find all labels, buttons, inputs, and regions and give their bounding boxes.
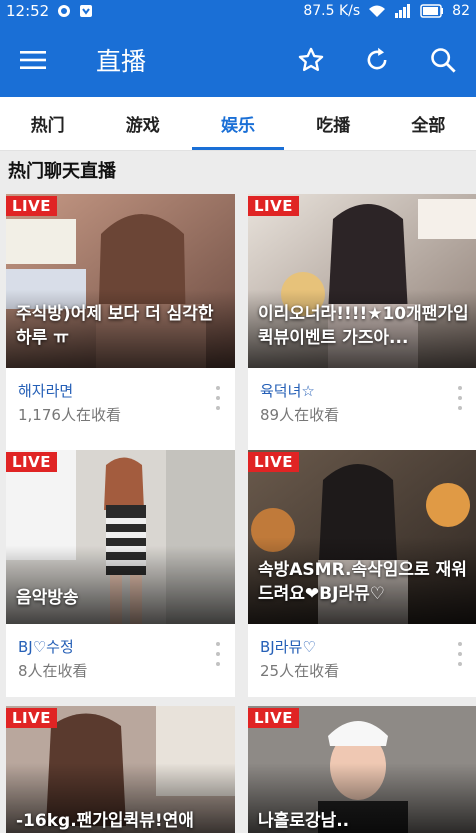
- more-options-icon[interactable]: [215, 386, 221, 410]
- favorite-button[interactable]: [278, 22, 344, 97]
- stream-thumbnail[interactable]: LIVE 주식방)어제 보다 더 심각한 하루 ㅠ: [6, 194, 235, 368]
- battery-icon: [420, 4, 444, 18]
- refresh-icon: [367, 47, 387, 69]
- stream-title: 나홀로강남..: [258, 811, 350, 831]
- battery-level: 82: [452, 3, 470, 19]
- tab-entertainment[interactable]: 娱乐: [190, 97, 285, 150]
- stream-thumbnail[interactable]: LIVE 속방ASMR.속삭임으로 재워드려요❤BJ라뮤♡: [248, 450, 476, 624]
- viewer-count: 25人在收看: [260, 662, 340, 680]
- stream-thumbnail[interactable]: LIVE 이리오너라!!!!★10개팬가입 퀵뷰이벤트 가즈아...: [248, 194, 476, 368]
- stream-info: 육덕녀☆ 89人在收看: [248, 368, 476, 450]
- section-title: 热门聊天直播: [8, 161, 116, 182]
- tab-hot[interactable]: 热门: [0, 97, 95, 150]
- stream-card[interactable]: LIVE 나홀로강남..: [248, 706, 476, 833]
- stream-title: 음악방송: [16, 588, 79, 608]
- signal-icon: [394, 4, 412, 18]
- tab-all[interactable]: 全部: [381, 97, 476, 150]
- live-badge: LIVE: [248, 196, 299, 216]
- more-options-icon[interactable]: [457, 386, 463, 410]
- wifi-icon: [368, 4, 386, 18]
- search-icon: [431, 47, 456, 73]
- menu-icon: [20, 50, 46, 69]
- stream-thumbnail[interactable]: LIVE 나홀로강남..: [248, 706, 476, 833]
- status-bar: 12:52 87.5 K/s 82: [0, 0, 476, 22]
- stream-card[interactable]: LIVE 주식방)어제 보다 더 심각한 하루 ㅠ 해자라면 1,176人在收看: [6, 194, 235, 450]
- category-tabs: 热门 游戏 娱乐 吃播 全部: [0, 97, 476, 151]
- live-badge: LIVE: [248, 708, 299, 728]
- streamer-name: BJ라뮤♡: [260, 638, 316, 656]
- stream-card[interactable]: LIVE 음악방송 BJ♡수정 8人在收看: [6, 450, 235, 697]
- stream-info: BJ라뮤♡ 25人在收看: [248, 624, 476, 706]
- viewer-count: 1,176人在收看: [18, 406, 121, 424]
- live-badge: LIVE: [6, 196, 57, 216]
- streamer-name: BJ♡수정: [18, 638, 74, 656]
- tab-games[interactable]: 游戏: [95, 97, 190, 150]
- live-badge: LIVE: [6, 452, 57, 472]
- live-badge: LIVE: [248, 452, 299, 472]
- live-badge: LIVE: [6, 708, 57, 728]
- search-button[interactable]: [410, 22, 476, 97]
- refresh-button[interactable]: [344, 22, 410, 97]
- notification-icon: [57, 4, 71, 18]
- tab-mukbang[interactable]: 吃播: [286, 97, 381, 150]
- status-time: 12:52: [6, 2, 50, 20]
- streamer-name: 해자라면: [18, 382, 74, 400]
- app-bar: 直播: [0, 22, 476, 97]
- stream-info: BJ♡수정 8人在收看: [6, 624, 235, 706]
- page-title: 直播: [96, 46, 147, 76]
- star-icon: [298, 47, 324, 71]
- more-options-icon[interactable]: [215, 642, 221, 666]
- viewer-count: 89人在收看: [260, 406, 340, 424]
- streamer-name: 육덕녀☆: [260, 382, 315, 400]
- stream-card[interactable]: LIVE 이리오너라!!!!★10개팬가입 퀵뷰이벤트 가즈아... 육덕녀☆ …: [248, 194, 476, 450]
- menu-button[interactable]: [0, 22, 66, 97]
- stream-title: 이리오너라!!!!★10개팬가입 퀵뷰이벤트 가즈아...: [258, 304, 469, 348]
- stream-title: 주식방)어제 보다 더 심각한 하루 ㅠ: [16, 304, 214, 348]
- network-speed: 87.5 K/s: [303, 3, 361, 19]
- stream-card[interactable]: LIVE -16kg.팬가입퀵뷰!연애: [6, 706, 235, 833]
- stream-thumbnail[interactable]: LIVE 음악방송: [6, 450, 235, 624]
- stream-thumbnail[interactable]: LIVE -16kg.팬가입퀵뷰!연애: [6, 706, 235, 833]
- stream-title: 속방ASMR.속삭임으로 재워드려요❤BJ라뮤♡: [258, 560, 467, 604]
- more-options-icon[interactable]: [457, 642, 463, 666]
- stream-info: 해자라면 1,176人在收看: [6, 368, 235, 450]
- viewer-count: 8人在收看: [18, 662, 88, 680]
- stream-card[interactable]: LIVE 속방ASMR.속삭임으로 재워드려요❤BJ라뮤♡ BJ라뮤♡ 25人在…: [248, 450, 476, 697]
- app-notification-icon: [79, 4, 93, 18]
- stream-title: -16kg.팬가입퀵뷰!연애: [16, 811, 194, 831]
